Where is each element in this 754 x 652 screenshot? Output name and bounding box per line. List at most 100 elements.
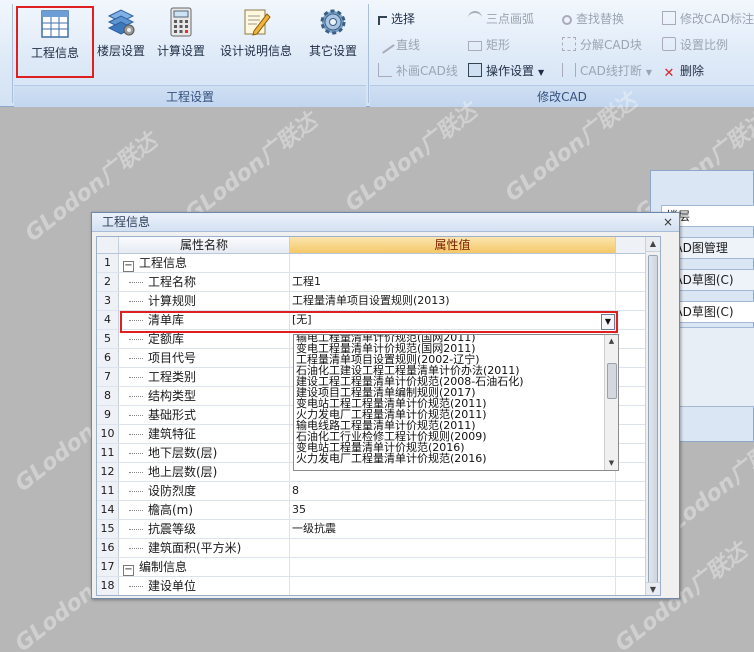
- dropdown-scrollbar[interactable]: ▲ ▼: [604, 335, 618, 470]
- explode-cad-block-button[interactable]: 分解CAD块: [562, 35, 642, 55]
- property-name-cell: 地下层数(层): [119, 444, 290, 462]
- property-value-cell[interactable]: [无]: [290, 311, 616, 329]
- ribbon-group-label: 工程设置: [14, 85, 366, 107]
- property-value-cell[interactable]: 工程量清单项目设置规则(2013): [290, 292, 616, 310]
- row-number: 5: [97, 330, 119, 348]
- tree-connector: [129, 472, 143, 473]
- project-info-button[interactable]: 工程信息: [16, 6, 94, 78]
- table-row[interactable]: 1− 工程信息: [97, 254, 660, 273]
- row-number: 17: [97, 558, 119, 576]
- property-name: 檐高(m): [148, 503, 194, 517]
- project-info-label: 工程信息: [30, 46, 79, 60]
- property-value-cell[interactable]: 工程1: [290, 273, 616, 291]
- design-notes-label: 设计说明信息: [219, 44, 292, 58]
- property-name-cell: 工程名称: [119, 273, 290, 291]
- floor-settings-button[interactable]: 楼层设置: [92, 6, 150, 78]
- property-name-cell: 清单库: [119, 311, 290, 329]
- watermark: GLodon广联达: [180, 108, 323, 227]
- modify-cad-annotation-button[interactable]: 修改CAD标注: [662, 9, 754, 29]
- ribbon-group-label: 修改CAD: [370, 85, 754, 107]
- row-number: 8: [97, 387, 119, 405]
- property-name-cell: 檐高(m): [119, 501, 290, 519]
- property-name: 工程信息: [139, 256, 188, 270]
- annotation-icon: [662, 11, 676, 25]
- property-name: 结构类型: [148, 389, 197, 403]
- tree-connector: [129, 586, 143, 587]
- calc-settings-button[interactable]: 计算设置: [152, 6, 210, 78]
- scroll-up-icon[interactable]: ▲: [605, 335, 618, 348]
- property-name: 编制信息: [139, 560, 188, 574]
- rectangle-button[interactable]: 矩形: [468, 35, 510, 55]
- line-button[interactable]: 直线: [375, 34, 420, 55]
- row-number: 1: [97, 254, 119, 272]
- row-number: 9: [97, 406, 119, 424]
- property-name-cell: 项目代号: [119, 349, 290, 367]
- property-name: 定额库: [148, 332, 185, 346]
- property-name: 建筑特征: [148, 427, 197, 441]
- scroll-thumb[interactable]: [607, 363, 617, 399]
- property-name: 基础形式: [148, 408, 197, 422]
- chevron-down-icon: ▼: [645, 68, 652, 77]
- table-row[interactable]: 16 建筑面积(平方米): [97, 539, 660, 558]
- scroll-down-icon[interactable]: ▼: [605, 457, 618, 470]
- property-name-cell: 建筑面积(平方米): [119, 539, 290, 557]
- tree-connector: [129, 339, 143, 340]
- table-row[interactable]: 11 设防烈度 8: [97, 482, 660, 501]
- draw-cad-line-button[interactable]: 补画CAD线: [378, 61, 458, 81]
- property-name-cell: 设防烈度: [119, 482, 290, 500]
- property-value-cell[interactable]: [290, 577, 616, 595]
- property-value-cell[interactable]: 35: [290, 501, 616, 519]
- dropdown-arrow-icon[interactable]: ▼: [601, 314, 615, 330]
- floors-gear-icon: [107, 9, 135, 36]
- header-property-name: 属性名称: [119, 237, 290, 253]
- collapse-icon[interactable]: −: [123, 565, 134, 576]
- cad-line-break-button[interactable]: CAD线打断 ▼: [562, 61, 652, 81]
- project-info-dialog: 工程信息 × 属性名称 属性值 1− 工程信息 2 工程名称 工程1 3 计算规则 工程量清单…: [91, 212, 680, 599]
- scroll-thumb[interactable]: [648, 255, 658, 585]
- tree-connector: [129, 415, 143, 416]
- property-name-cell: − 编制信息: [119, 558, 290, 576]
- select-button[interactable]: 选择: [378, 9, 415, 29]
- bill-library-dropdown[interactable]: 输电工程量清单计价规范(国网2011) 变电工程量清单计价规范(国网2011) 工程…: [293, 334, 619, 471]
- design-notes-button[interactable]: 设计说明信息: [218, 6, 294, 78]
- property-value-cell[interactable]: [290, 539, 616, 557]
- scroll-up-icon[interactable]: ▲: [646, 237, 660, 252]
- row-number: 11: [97, 444, 119, 462]
- property-name-cell: 基础形式: [119, 406, 290, 424]
- delete-button[interactable]: ✕ 删除: [662, 61, 704, 81]
- property-value-cell[interactable]: 一级抗震: [290, 520, 616, 538]
- table-row[interactable]: 3 计算规则 工程量清单项目设置规则(2013): [97, 292, 660, 311]
- property-value-cell[interactable]: [290, 254, 616, 272]
- table-row[interactable]: 17− 编制信息: [97, 558, 660, 577]
- row-number: 15: [97, 520, 119, 538]
- close-icon[interactable]: ×: [661, 214, 675, 230]
- table-row[interactable]: 2 工程名称 工程1: [97, 273, 660, 292]
- table-row[interactable]: 15 抗震等级 一级抗震: [97, 520, 660, 539]
- property-name: 抗震等级: [148, 522, 197, 536]
- table-row[interactable]: 4 清单库 [无]: [97, 311, 660, 330]
- set-scale-button[interactable]: 设置比例: [662, 35, 728, 55]
- scroll-down-icon[interactable]: ▼: [646, 582, 660, 595]
- draw-line-icon: [378, 63, 392, 77]
- find-replace-button[interactable]: 查找替换: [562, 9, 624, 29]
- row-number: 12: [97, 463, 119, 481]
- table-row[interactable]: 14 檐高(m) 35: [97, 501, 660, 520]
- dropdown-item[interactable]: 火力发电厂工程量清单计价规范(2016): [296, 453, 487, 465]
- collapse-icon[interactable]: −: [123, 261, 134, 272]
- table-row[interactable]: 18 建设单位: [97, 577, 660, 595]
- three-point-arc-button[interactable]: 三点画弧: [468, 9, 534, 29]
- calc-settings-label: 计算设置: [156, 44, 205, 58]
- other-settings-button[interactable]: 其它设置: [304, 6, 362, 78]
- property-value-cell[interactable]: 8: [290, 482, 616, 500]
- row-number: 14: [97, 501, 119, 519]
- property-name-cell: 工程类别: [119, 368, 290, 386]
- grid-scrollbar[interactable]: ▲ ▼: [645, 237, 660, 595]
- dialog-title: 工程信息: [92, 213, 679, 232]
- tree-connector: [129, 548, 143, 549]
- operation-settings-button[interactable]: 操作设置 ▼: [468, 61, 544, 81]
- property-name: 设防烈度: [148, 484, 197, 498]
- property-name-cell: 地上层数(层): [119, 463, 290, 481]
- tree-connector: [129, 320, 143, 321]
- property-value-cell[interactable]: [290, 558, 616, 576]
- row-number: 7: [97, 368, 119, 386]
